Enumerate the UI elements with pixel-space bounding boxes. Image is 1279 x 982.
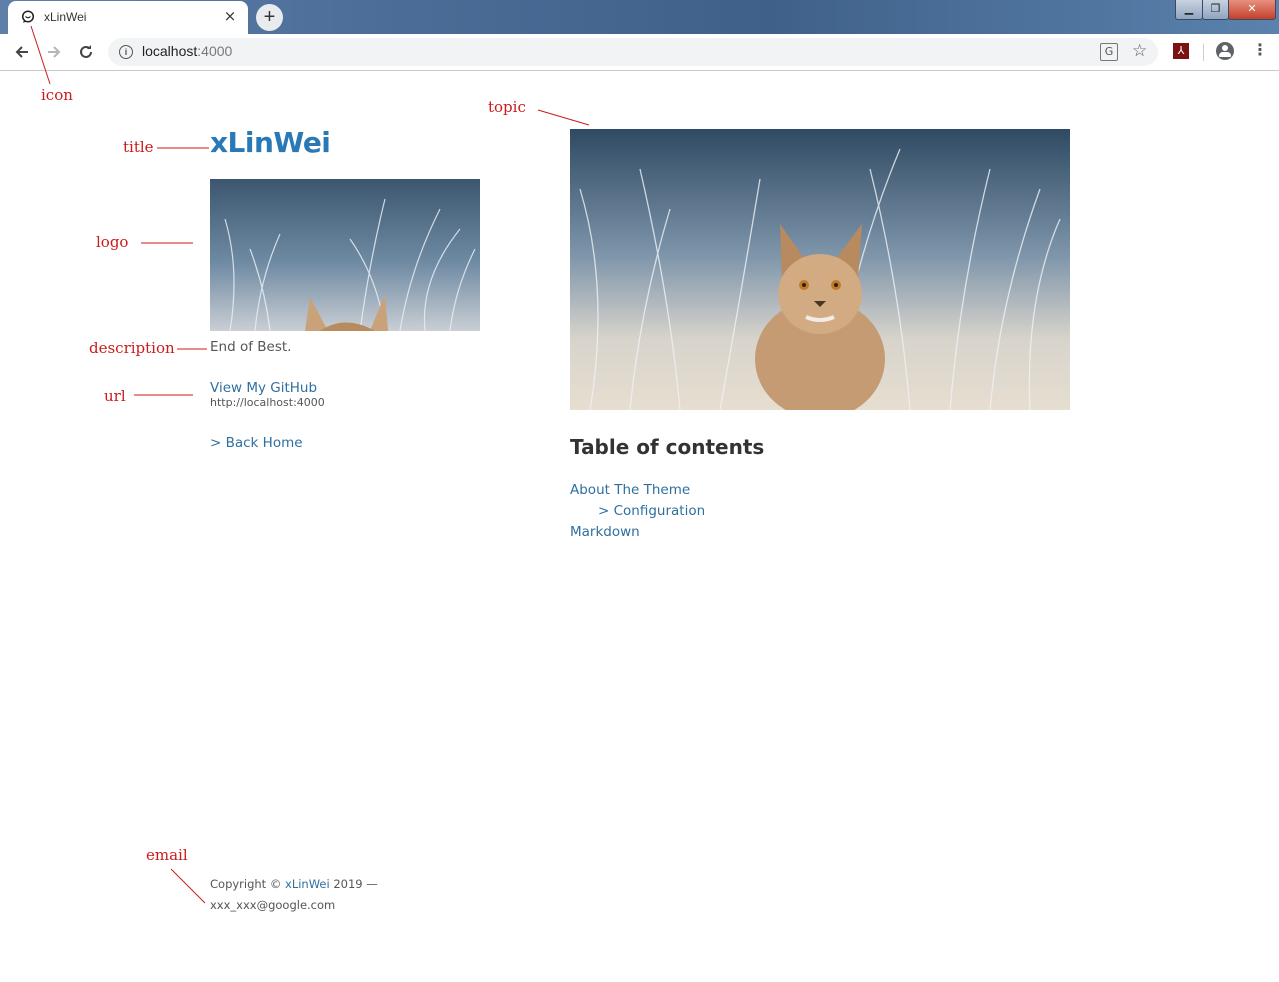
- browser-tab[interactable]: xLinWei ×: [8, 1, 248, 34]
- annotation-url: url: [104, 387, 126, 405]
- forward-arrow-icon[interactable]: [43, 41, 65, 63]
- annotation-logo: logo: [96, 233, 129, 251]
- annotation-email: email: [146, 846, 188, 864]
- new-tab-button[interactable]: +: [256, 4, 283, 31]
- tab-title: xLinWei: [44, 10, 87, 24]
- annotation-topic: topic: [488, 98, 526, 116]
- back-home-link[interactable]: > Back Home: [210, 435, 303, 451]
- profile-icon[interactable]: [1216, 42, 1234, 60]
- annotation-description: description: [89, 339, 175, 357]
- footer-copyright: Copyright © xLinWei 2019 —: [210, 877, 378, 891]
- footer-email: xxx_xxx@google.com: [210, 898, 336, 912]
- reload-icon[interactable]: [75, 41, 97, 63]
- translate-icon[interactable]: G: [1100, 43, 1118, 61]
- url-text[interactable]: localhost:4000: [142, 43, 232, 59]
- footer-author-link[interactable]: xLinWei: [285, 877, 330, 891]
- logo-image: [210, 179, 480, 331]
- browser-toolbar: i localhost:4000 G ☆ ⅄ ⋮: [0, 34, 1279, 71]
- maximize-button[interactable]: ❐: [1202, 0, 1229, 20]
- info-icon[interactable]: i: [119, 45, 133, 59]
- back-arrow-icon[interactable]: [11, 41, 33, 63]
- minimize-button[interactable]: ▁: [1175, 0, 1203, 20]
- pointer-line-email: [170, 868, 206, 904]
- toc-item-about-the-theme[interactable]: About The Theme: [570, 482, 690, 498]
- annotation-icon: icon: [41, 86, 73, 104]
- github-link[interactable]: View My GitHub: [210, 380, 317, 396]
- toolbar-divider: [1203, 44, 1204, 61]
- site-description: End of Best.: [210, 339, 292, 355]
- menu-icon[interactable]: ⋮: [1252, 40, 1268, 59]
- site-url: http://localhost:4000: [210, 396, 325, 409]
- toc-item-markdown[interactable]: Markdown: [570, 524, 640, 540]
- chat-bubble-icon: [21, 10, 35, 23]
- close-window-button[interactable]: ✕: [1228, 0, 1276, 20]
- address-bar[interactable]: i localhost:4000 G ☆: [108, 38, 1158, 66]
- page-title[interactable]: xLinWei: [210, 126, 331, 159]
- topic-image: [570, 129, 1070, 410]
- browser-titlebar: xLinWei × + ▁ ❐ ✕: [0, 0, 1279, 34]
- close-tab-icon[interactable]: ×: [222, 7, 238, 25]
- pdf-icon[interactable]: ⅄: [1173, 43, 1189, 59]
- star-icon[interactable]: ☆: [1132, 41, 1147, 61]
- pointer-line-topic: [537, 109, 590, 126]
- toc-item-configuration[interactable]: > Configuration: [598, 503, 705, 519]
- annotation-title: title: [123, 138, 154, 156]
- toc-heading: Table of contents: [570, 435, 765, 459]
